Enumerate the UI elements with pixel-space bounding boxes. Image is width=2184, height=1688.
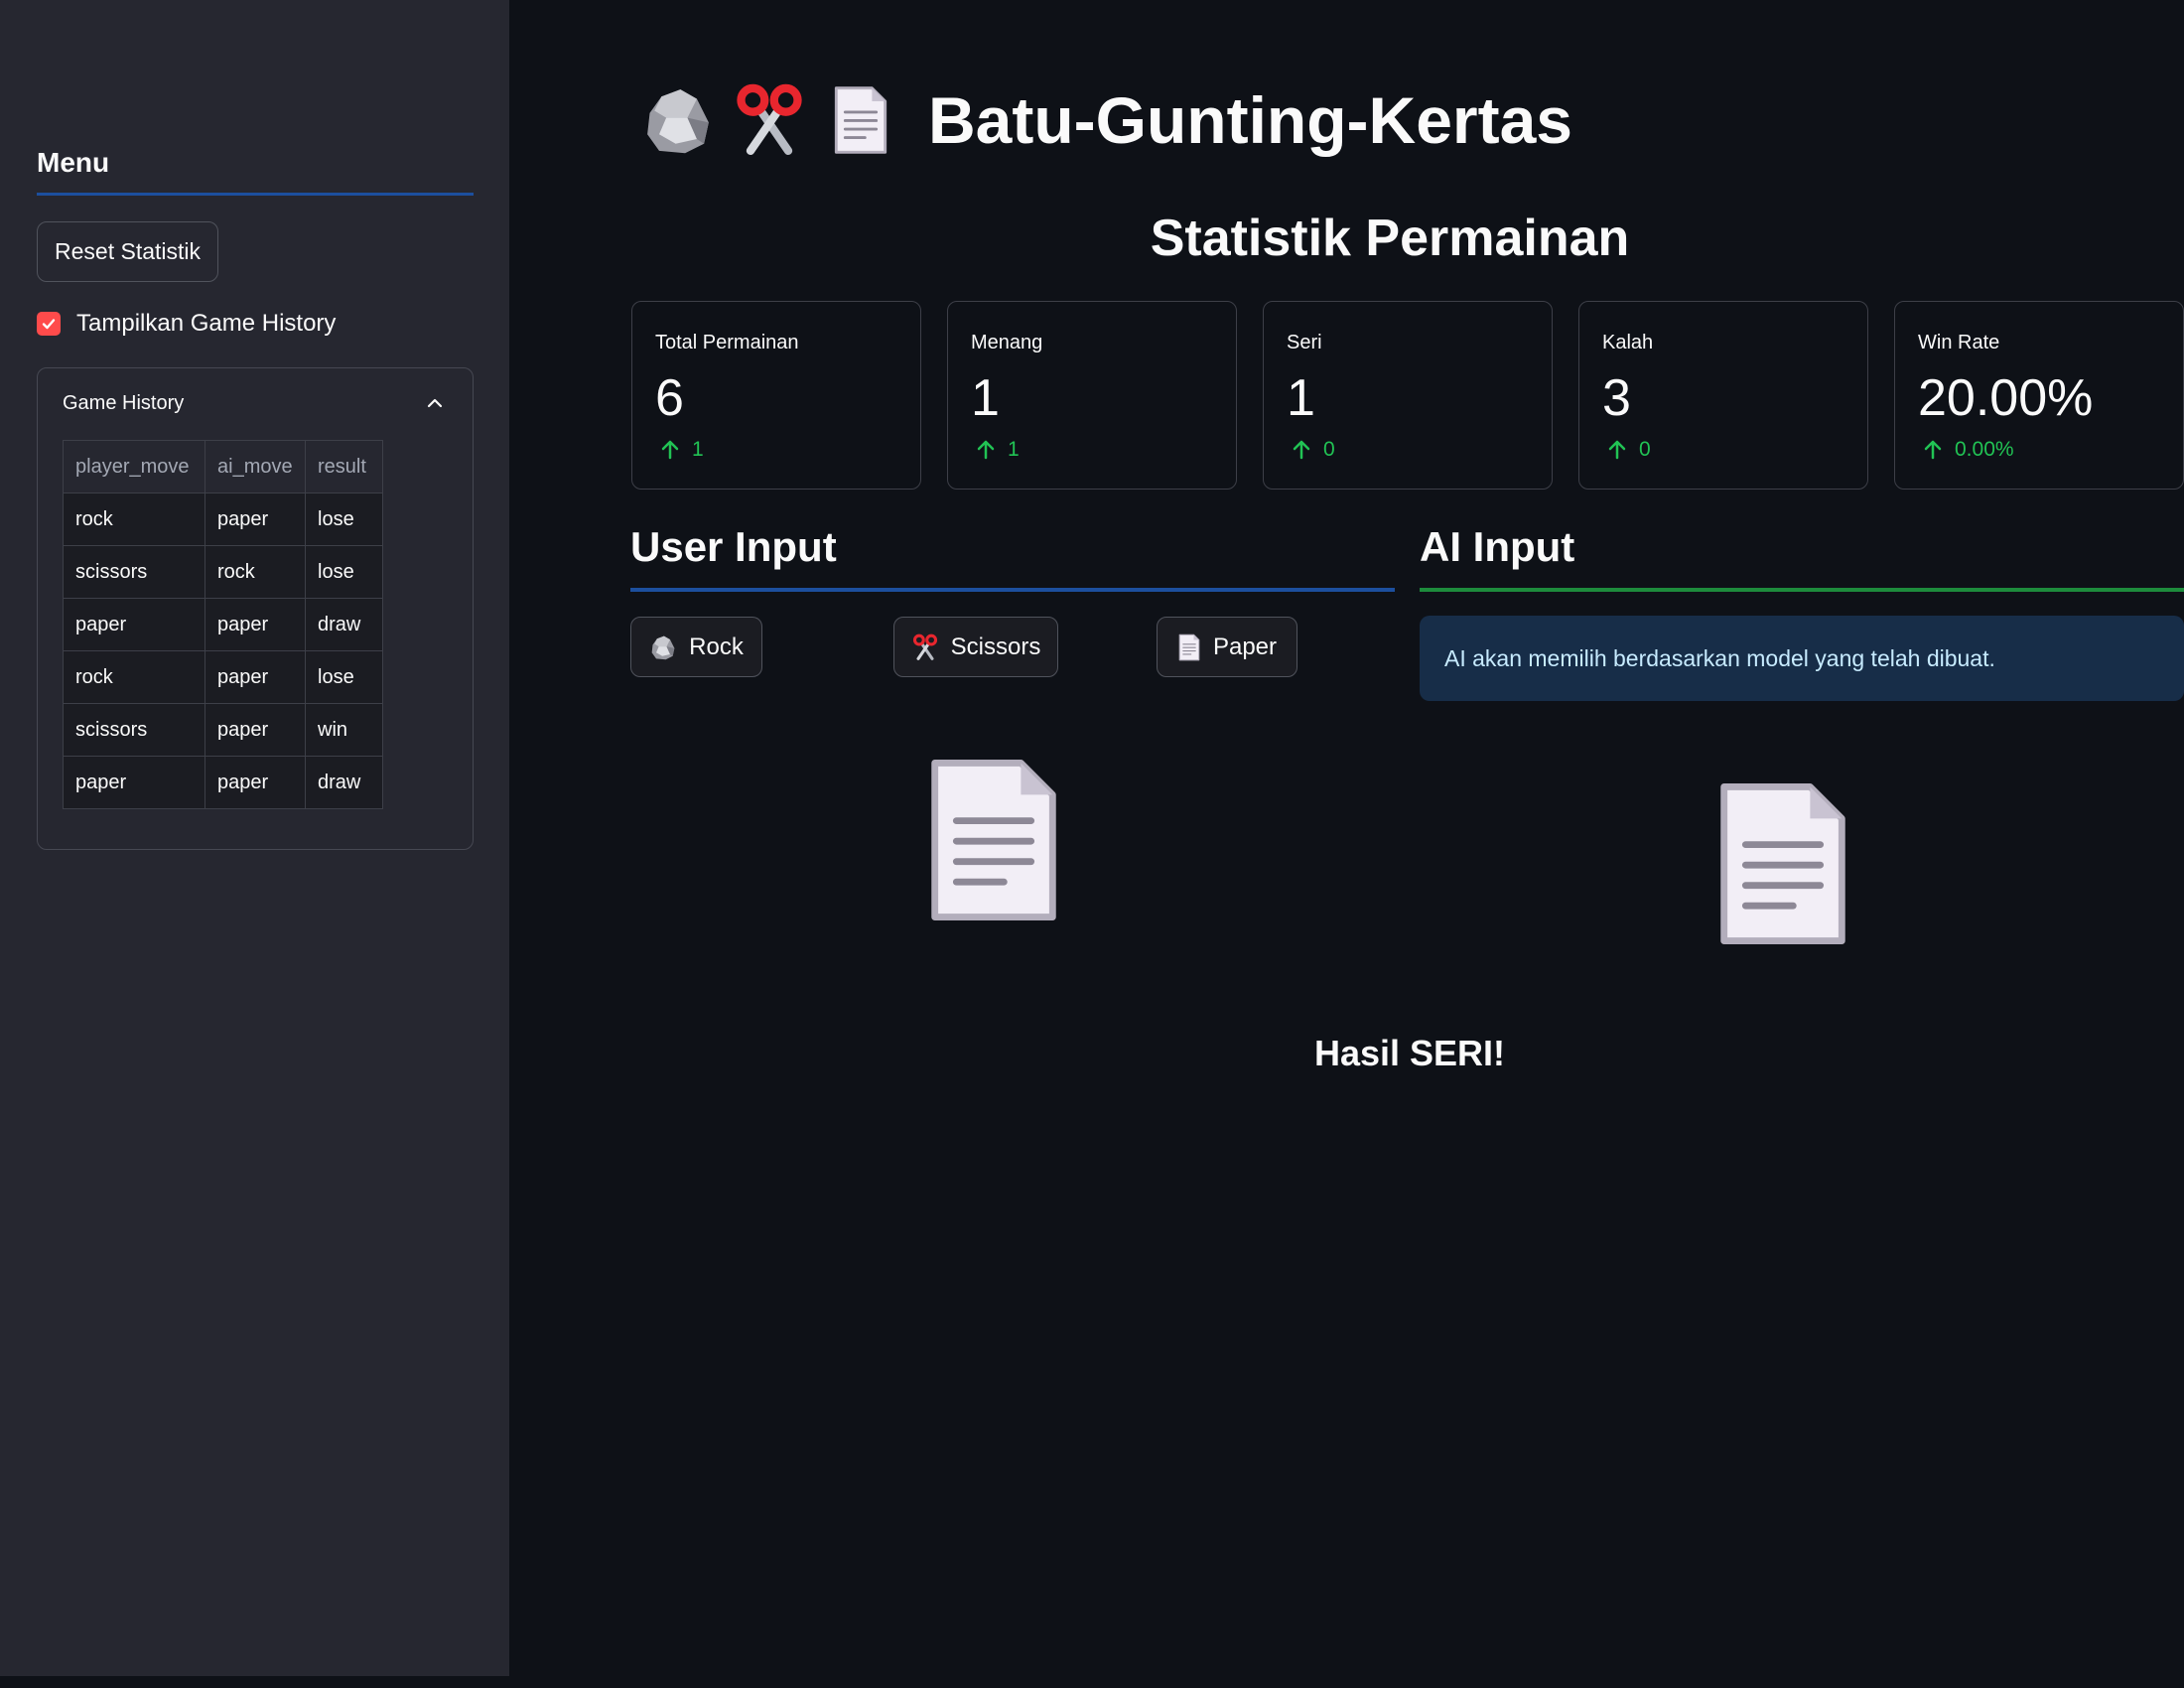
reset-statistics-button[interactable]: Reset Statistik bbox=[37, 221, 218, 282]
table-cell: draw bbox=[305, 756, 383, 809]
table-cell: paper bbox=[63, 756, 205, 809]
metric-total-games: Total Permainan 6 1 bbox=[631, 301, 921, 490]
paper-icon bbox=[921, 747, 1066, 933]
scissors-button-label: Scissors bbox=[950, 633, 1041, 660]
metric-label: Kalah bbox=[1602, 332, 1654, 353]
arrow-up-icon bbox=[658, 438, 682, 462]
rock-icon bbox=[640, 82, 716, 158]
sidebar: Menu Reset Statistik Tampilkan Game Hist… bbox=[0, 0, 509, 1676]
metric-delta-value: 0.00% bbox=[1955, 438, 2014, 461]
table-row: scissors rock lose bbox=[63, 545, 383, 599]
chevron-up-icon[interactable] bbox=[425, 393, 445, 418]
user-input-title: User Input bbox=[630, 523, 837, 570]
rock-button-label: Rock bbox=[689, 633, 744, 660]
metric-delta-value: 0 bbox=[1323, 438, 1335, 461]
metric-value: 3 bbox=[1602, 369, 1631, 427]
game-history-table: player_move ai_move result rock paper lo… bbox=[63, 440, 383, 809]
table-cell: rock bbox=[205, 545, 306, 599]
table-cell: paper bbox=[63, 598, 205, 651]
table-row: rock paper lose bbox=[63, 650, 383, 704]
metric-draws: Seri 1 0 bbox=[1263, 301, 1553, 490]
metric-label: Seri bbox=[1287, 332, 1322, 353]
rock-icon bbox=[649, 633, 677, 661]
table-cell: lose bbox=[305, 492, 383, 546]
page-title: Batu-Gunting-Kertas bbox=[928, 83, 1572, 157]
table-cell: lose bbox=[305, 545, 383, 599]
paper-icon bbox=[1710, 771, 1855, 957]
ai-input-title: AI Input bbox=[1420, 523, 1575, 570]
metric-label: Win Rate bbox=[1918, 332, 2000, 353]
metric-delta-value: 0 bbox=[1639, 438, 1651, 461]
arrow-up-icon bbox=[1290, 438, 1313, 462]
metric-losses: Kalah 3 0 bbox=[1578, 301, 1868, 490]
arrow-up-icon bbox=[974, 438, 998, 462]
game-result: Hasil SERI! bbox=[1313, 1033, 1506, 1073]
table-cell: paper bbox=[205, 650, 306, 704]
paper-icon bbox=[1177, 633, 1201, 662]
metric-delta: 1 bbox=[658, 438, 704, 462]
scissors-button[interactable]: Scissors bbox=[893, 617, 1058, 677]
metric-value: 20.00% bbox=[1918, 369, 2094, 427]
page-header: Batu-Gunting-Kertas bbox=[640, 79, 1572, 161]
metric-wins: Menang 1 1 bbox=[947, 301, 1237, 490]
table-cell: paper bbox=[205, 703, 306, 757]
ai-info-text: AI akan memilih berdasarkan model yang t… bbox=[1444, 644, 1995, 671]
table-cell: win bbox=[305, 703, 383, 757]
table-row: scissors paper win bbox=[63, 703, 383, 757]
scissors-icon bbox=[732, 82, 807, 158]
table-cell: scissors bbox=[63, 545, 205, 599]
column-header[interactable]: ai_move bbox=[205, 440, 306, 493]
metric-delta-value: 1 bbox=[1008, 438, 1020, 461]
table-row: paper paper draw bbox=[63, 756, 383, 809]
game-history-title[interactable]: Game History bbox=[63, 392, 184, 415]
game-history-expander: Game History player_move ai_move result … bbox=[37, 367, 474, 850]
metric-label: Total Permainan bbox=[655, 332, 799, 353]
table-cell: draw bbox=[305, 598, 383, 651]
table-cell: lose bbox=[305, 650, 383, 704]
table-cell: paper bbox=[205, 598, 306, 651]
table-cell: scissors bbox=[63, 703, 205, 757]
sidebar-divider bbox=[37, 193, 474, 196]
user-input-divider bbox=[630, 588, 1395, 592]
metric-delta: 0 bbox=[1605, 438, 1651, 462]
metric-win-rate: Win Rate 20.00% 0.00% bbox=[1894, 301, 2184, 490]
metric-delta-value: 1 bbox=[692, 438, 704, 461]
metric-value: 6 bbox=[655, 369, 684, 427]
statistics-title: Statistik Permainan bbox=[1150, 210, 1630, 267]
sidebar-title: Menu bbox=[37, 147, 110, 178]
metric-value: 1 bbox=[1287, 369, 1315, 427]
table-header-row: player_move ai_move result bbox=[63, 440, 383, 493]
show-history-label: Tampilkan Game History bbox=[76, 310, 337, 337]
paper-button-label: Paper bbox=[1212, 633, 1278, 660]
column-header[interactable]: result bbox=[305, 440, 383, 493]
paper-button[interactable]: Paper bbox=[1157, 617, 1297, 677]
arrow-up-icon bbox=[1605, 438, 1629, 462]
app-root: Menu Reset Statistik Tampilkan Game Hist… bbox=[0, 0, 2184, 1688]
rock-button[interactable]: Rock bbox=[630, 617, 762, 677]
metric-delta: 1 bbox=[974, 438, 1020, 462]
ai-info-message: AI akan memilih berdasarkan model yang t… bbox=[1420, 616, 2184, 701]
table-row: paper paper draw bbox=[63, 598, 383, 651]
arrow-up-icon bbox=[1921, 438, 1945, 462]
table-cell: paper bbox=[205, 492, 306, 546]
metric-value: 1 bbox=[971, 369, 1000, 427]
metric-label: Menang bbox=[971, 332, 1043, 353]
show-history-toggle[interactable]: Tampilkan Game History bbox=[37, 310, 336, 338]
checkbox-checked-icon[interactable] bbox=[37, 312, 61, 336]
metric-delta: 0 bbox=[1290, 438, 1335, 462]
paper-icon bbox=[823, 82, 898, 158]
metric-delta: 0.00% bbox=[1921, 438, 2014, 462]
table-cell: paper bbox=[205, 756, 306, 809]
ai-input-divider bbox=[1420, 588, 2184, 592]
table-row: rock paper lose bbox=[63, 492, 383, 546]
table-cell: rock bbox=[63, 650, 205, 704]
table-cell: rock bbox=[63, 492, 205, 546]
scissors-icon bbox=[911, 633, 939, 661]
column-header[interactable]: player_move bbox=[63, 440, 205, 493]
